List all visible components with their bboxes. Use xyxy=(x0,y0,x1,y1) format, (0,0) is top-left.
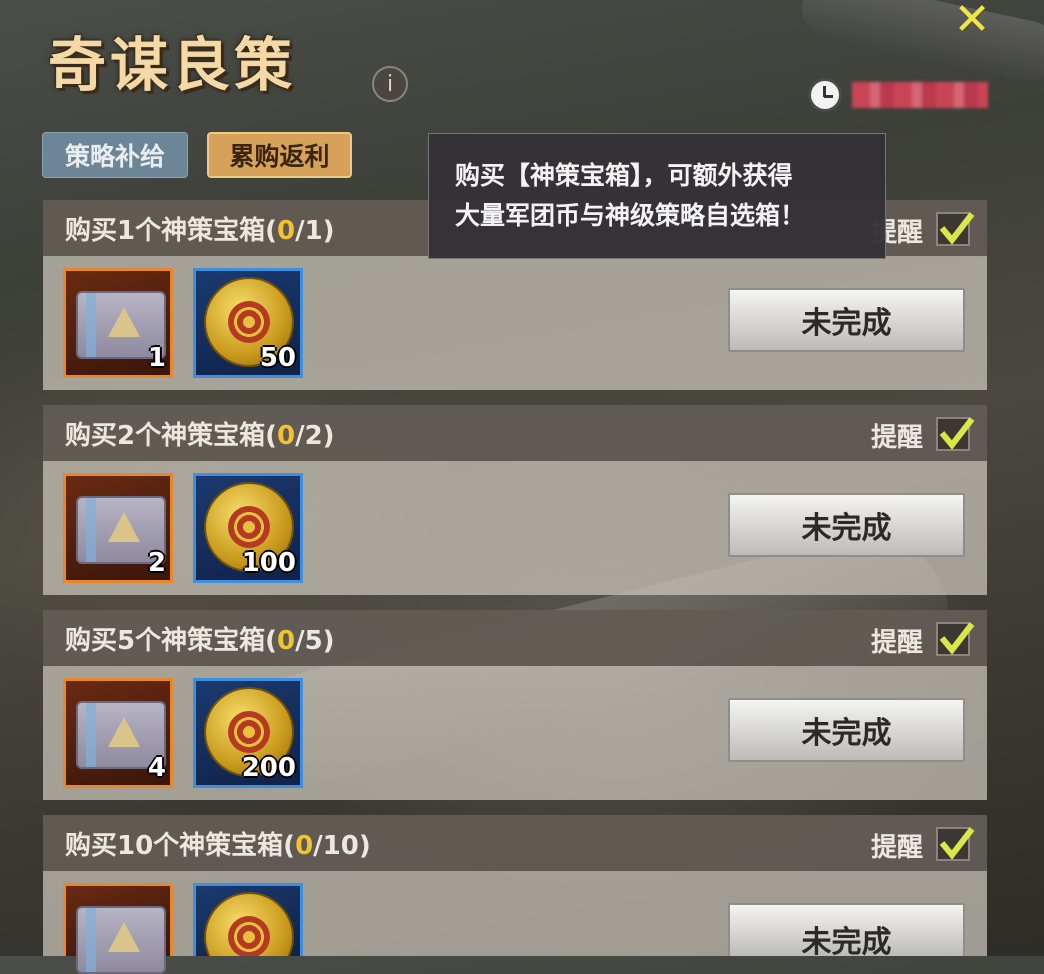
close-icon[interactable]: ✕ xyxy=(950,0,994,42)
task-title: 购买1个神策宝箱(0/1) xyxy=(65,216,335,246)
tab-cumulative-rebate[interactable]: 累购返利 xyxy=(207,132,352,178)
progress-current: 0 xyxy=(276,421,296,451)
remind-label: 提醒 xyxy=(871,628,924,658)
remind-label: 提醒 xyxy=(871,833,924,863)
task-card: 购买5个神策宝箱(0/5) 提醒 4 200 未完成 xyxy=(43,610,987,800)
checkmark-icon xyxy=(939,622,975,655)
checkmark-icon xyxy=(939,827,975,860)
reward-chest-item[interactable]: 4 xyxy=(63,678,173,788)
legion-coin-icon xyxy=(204,892,294,956)
task-header: 购买2个神策宝箱(0/2) 提醒 xyxy=(43,405,987,461)
reward-coin-item[interactable]: 100 xyxy=(193,473,303,583)
reward-quantity: 4 xyxy=(147,753,166,783)
reward-coin-item[interactable] xyxy=(193,883,303,956)
task-title: 购买2个神策宝箱(0/2) xyxy=(65,421,335,451)
countdown-timer-redacted xyxy=(852,82,988,108)
status-button[interactable]: 未完成 xyxy=(728,493,965,557)
status-button[interactable]: 未完成 xyxy=(728,903,965,960)
remind-checkbox[interactable] xyxy=(936,622,975,656)
reward-quantity: 200 xyxy=(241,753,296,783)
task-title: 购买10个神策宝箱(0/10) xyxy=(65,831,371,861)
progress-current: 0 xyxy=(295,831,314,861)
reward-chest-item[interactable]: 2 xyxy=(63,473,173,583)
tab-strategy-supply[interactable]: 策略补给 xyxy=(42,132,188,178)
progress-current: 0 xyxy=(276,626,296,656)
checkmark-icon xyxy=(939,417,975,450)
reward-coin-item[interactable]: 200 xyxy=(193,678,303,788)
clock-icon xyxy=(808,78,842,112)
reward-quantity: 1 xyxy=(147,343,166,373)
strategy-chest-icon xyxy=(76,906,166,974)
remind-checkbox[interactable] xyxy=(936,827,975,861)
progress-current: 0 xyxy=(276,216,296,246)
page-title: 奇谋良策 xyxy=(48,31,297,99)
info-icon[interactable]: i xyxy=(372,66,408,102)
task-card: 购买10个神策宝箱(0/10) 提醒 未完成 xyxy=(43,815,987,974)
status-button[interactable]: 未完成 xyxy=(728,698,965,762)
reward-quantity: 2 xyxy=(147,548,166,578)
remind-checkbox[interactable] xyxy=(936,212,975,246)
checkmark-icon xyxy=(939,212,975,245)
reward-quantity: 100 xyxy=(241,548,296,578)
reward-chest-item[interactable]: 1 xyxy=(63,268,173,378)
task-header: 购买10个神策宝箱(0/10) 提醒 xyxy=(43,815,987,871)
task-header: 购买5个神策宝箱(0/5) 提醒 xyxy=(43,610,987,666)
remind-label: 提醒 xyxy=(871,423,924,453)
reward-coin-item[interactable]: 50 xyxy=(193,268,303,378)
status-button[interactable]: 未完成 xyxy=(728,288,965,352)
background-plane-top xyxy=(796,0,1044,87)
tooltip-line-2: 大量军团币与神级策略自选箱！ xyxy=(455,201,806,230)
info-tooltip: 购买【神策宝箱】，可额外获得 大量军团币与神级策略自选箱！ xyxy=(428,133,886,259)
reward-quantity: 50 xyxy=(259,343,296,373)
remind-checkbox[interactable] xyxy=(936,417,975,451)
reward-chest-item[interactable] xyxy=(63,883,173,974)
tooltip-line-1: 购买【神策宝箱】，可额外获得 xyxy=(455,161,793,190)
task-card: 购买2个神策宝箱(0/2) 提醒 2 100 未完成 xyxy=(43,405,987,595)
task-title: 购买5个神策宝箱(0/5) xyxy=(65,626,335,656)
